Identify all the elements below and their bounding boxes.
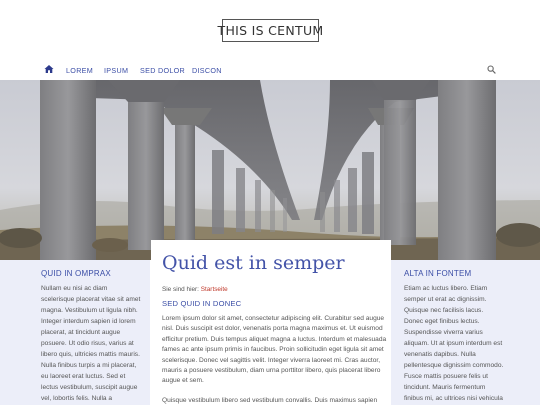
viaduct-illustration [0,80,540,260]
nav-item-lorem[interactable]: LOREM [66,66,93,75]
site-logo[interactable]: THIS IS CENTUM [218,19,323,42]
nav-item-ipsum[interactable]: IPSUM [104,66,128,75]
main-paragraph-1: Lorem ipsum dolor sit amet, consectetur … [162,315,387,385]
main-navigation: LOREM IPSUM SED DOLOR DISCON [0,60,540,80]
left-sidebar-title: QUID IN OMPRAX [41,269,111,278]
main-paragraph-2: Quisque vestibulum libero sed vestibulum… [162,397,378,404]
right-sidebar-text: Etiam ac luctus libero. Etiam semper ut … [404,285,504,402]
section-subtitle: SED QUID IN DONEC [162,299,242,308]
hero-image [0,80,540,260]
left-sidebar: QUID IN OMPRAX Nullam eu nisi ac diam sc… [0,260,150,405]
left-sidebar-text: Nullam eu nisi ac diam scelerisque place… [41,285,141,402]
main-content: Quid est in semper Sie sind hier: Starts… [151,240,391,405]
nav-item-sed-dolor[interactable]: SED DOLOR [140,66,185,75]
breadcrumb: Sie sind hier: Startseite [162,286,228,293]
breadcrumb-prefix: Sie sind hier: [162,286,201,293]
right-sidebar: ALTA IN FONTEM Etiam ac luctus libero. E… [391,260,540,405]
page-title: Quid est in semper [162,252,345,274]
search-icon[interactable] [487,65,496,74]
right-sidebar-title: ALTA IN FONTEM [404,269,472,278]
breadcrumb-home-link[interactable]: Startseite [201,286,228,293]
nav-item-discon[interactable]: DISCON [192,66,222,75]
home-icon[interactable] [44,64,54,74]
